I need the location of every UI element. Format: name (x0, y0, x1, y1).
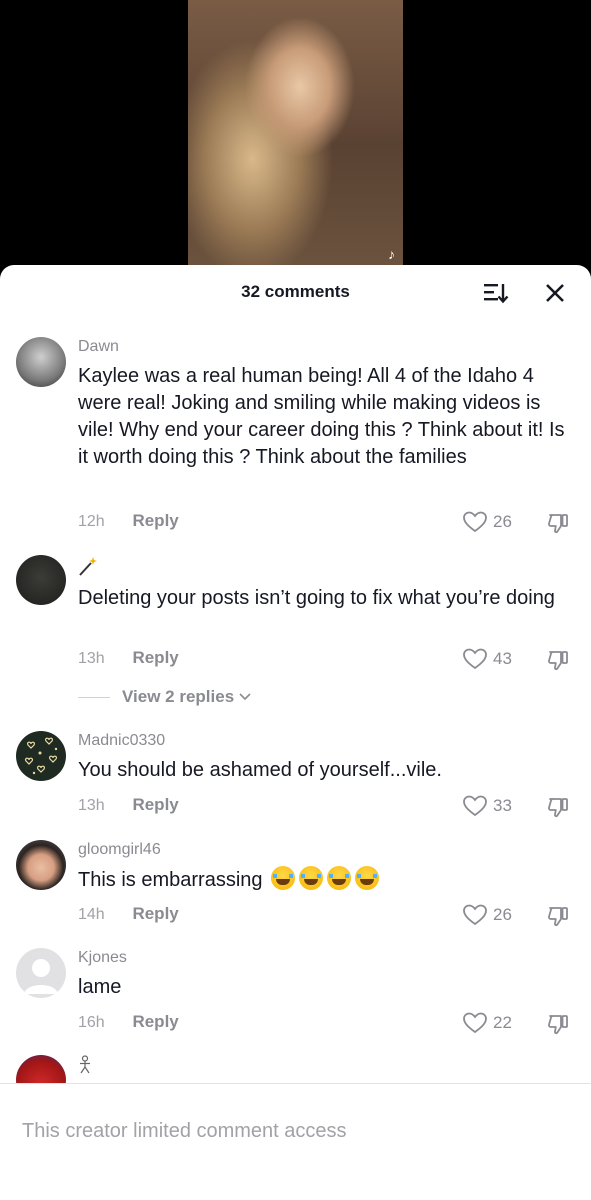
default-avatar-icon[interactable] (16, 948, 66, 998)
video-thumbnail[interactable]: ♪ (188, 0, 403, 290)
chevron-down-icon (239, 693, 251, 701)
comment-text: Kaylee was a real human being! All 4 of … (78, 365, 565, 468)
comment-time: 13h (78, 797, 105, 814)
dislike-button[interactable] (546, 904, 570, 928)
comment-username[interactable]: Kjones (78, 948, 568, 968)
limited-access-notice: This creator limited comment access (22, 1120, 347, 1142)
thumbs-down-icon (548, 907, 568, 927)
like-count: 33 (493, 796, 512, 815)
like-count: 22 (493, 1013, 512, 1032)
close-icon[interactable] (544, 282, 566, 304)
thumbs-down-icon (548, 514, 568, 534)
reply-button[interactable]: Reply (132, 648, 178, 667)
dislike-button[interactable] (546, 511, 570, 535)
laughing-emoji-icon (326, 866, 351, 890)
like-button[interactable]: 43 (462, 647, 522, 671)
comments-sheet: 32 comments Dawn Kaylee was a real human… (0, 265, 591, 1200)
like-count: 26 (493, 512, 512, 531)
laughing-emoji-icon (298, 866, 323, 890)
stick-figure-icon (78, 1055, 568, 1081)
comment-text: lame (78, 976, 122, 998)
reply-button[interactable]: Reply (132, 795, 178, 814)
avatar[interactable] (16, 840, 66, 890)
dislike-button[interactable] (546, 648, 570, 672)
thumbs-down-icon (548, 651, 568, 671)
laughing-emoji-icon (354, 866, 379, 890)
reply-button[interactable]: Reply (132, 1012, 178, 1031)
avatar[interactable] (16, 555, 66, 605)
laughing-emoji-icon (270, 866, 295, 890)
thumbs-down-icon (548, 1015, 568, 1035)
heart-icon (463, 904, 487, 926)
reply-button[interactable]: Reply (132, 511, 178, 530)
heart-icon (463, 648, 487, 670)
heart-icon (463, 511, 487, 533)
like-button[interactable]: 33 (462, 794, 522, 818)
comment-time: 14h (78, 906, 105, 923)
magic-wand-icon[interactable] (78, 555, 568, 583)
comment-time: 13h (78, 650, 105, 667)
comment-username[interactable]: Madnic0330 (78, 731, 568, 751)
dislike-button[interactable] (546, 795, 570, 819)
comment-input-area: This creator limited comment access (0, 1083, 591, 1200)
avatar[interactable] (16, 731, 66, 781)
like-count: 43 (493, 649, 512, 668)
comment-time: 16h (78, 1014, 105, 1031)
sort-icon[interactable] (483, 281, 509, 305)
like-button[interactable]: 26 (462, 903, 522, 927)
heart-icon (463, 795, 487, 817)
comment-time: 12h (78, 513, 105, 530)
comment-username[interactable]: gloomgirl46 (78, 840, 568, 860)
comment-text: You should be ashamed of yourself...vile… (78, 759, 442, 781)
divider (78, 696, 110, 698)
thumbs-down-icon (548, 798, 568, 818)
view-replies-button[interactable]: View 2 replies (78, 687, 252, 707)
heart-icon (463, 1012, 487, 1034)
comment-text: This is embarrassing (78, 866, 568, 894)
comment-text: Deleting your posts isn’t going to fix w… (78, 587, 555, 609)
like-button[interactable]: 26 (462, 510, 522, 534)
comments-header: 32 comments (0, 265, 591, 319)
comment-text-body: This is embarrassing (78, 869, 263, 891)
reply-button[interactable]: Reply (132, 904, 178, 923)
tiktok-logo-icon: ♪ (388, 246, 395, 262)
dislike-button[interactable] (546, 1012, 570, 1036)
avatar[interactable] (16, 337, 66, 387)
comment-username[interactable]: Dawn (78, 337, 568, 357)
like-button[interactable]: 22 (462, 1011, 522, 1035)
like-count: 26 (493, 905, 512, 924)
view-replies-label: View 2 replies (122, 687, 235, 706)
video-player[interactable]: ♪ (0, 0, 591, 290)
